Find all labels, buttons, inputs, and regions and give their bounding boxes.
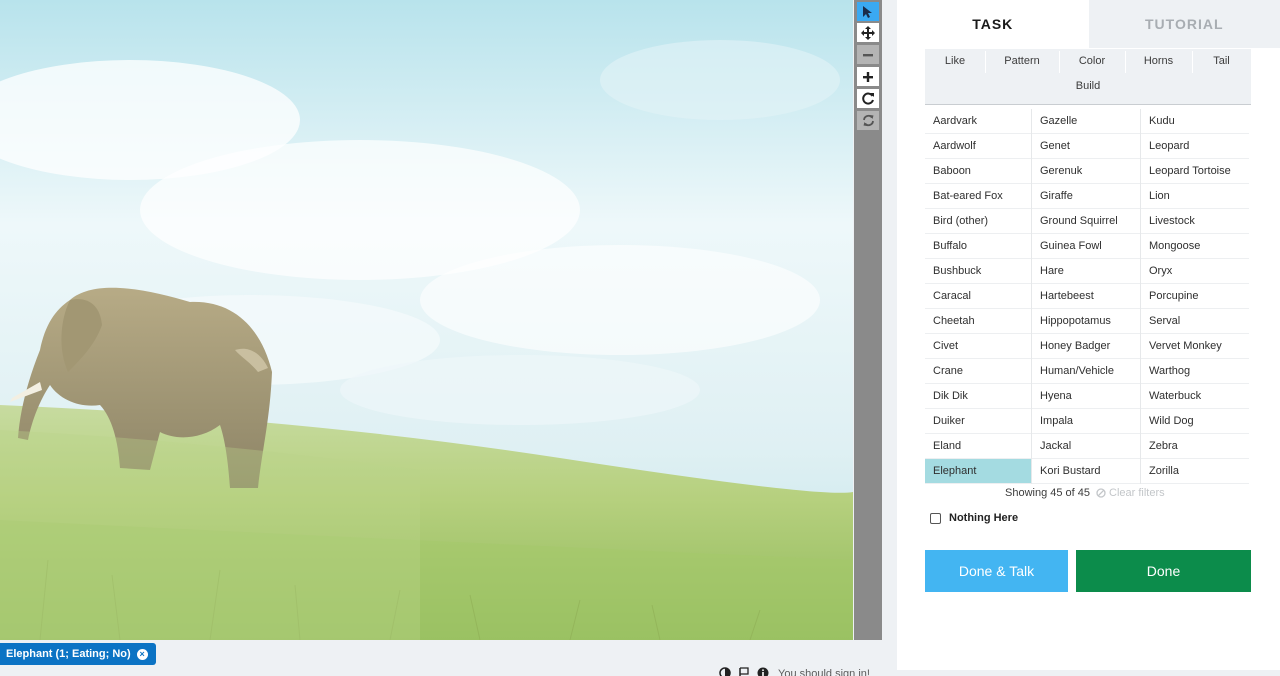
reset-tool-button[interactable] xyxy=(857,111,879,130)
annotation-tag[interactable]: Elephant (1; Eating; No) × xyxy=(0,643,156,665)
species-honey-badger[interactable]: Honey Badger xyxy=(1032,334,1140,359)
species-crane[interactable]: Crane xyxy=(925,359,1031,384)
species-waterbuck[interactable]: Waterbuck xyxy=(1141,384,1249,409)
species-guinea-fowl[interactable]: Guinea Fowl xyxy=(1032,234,1140,259)
species-dik-dik[interactable]: Dik Dik xyxy=(925,384,1031,409)
panel-bottom-edge xyxy=(897,670,1280,676)
species-jackal[interactable]: Jackal xyxy=(1032,434,1140,459)
nothing-here-checkbox[interactable] xyxy=(930,512,941,524)
species-buffalo[interactable]: Buffalo xyxy=(925,234,1031,259)
species-cheetah[interactable]: Cheetah xyxy=(925,309,1031,334)
species-aardwolf[interactable]: Aardwolf xyxy=(925,134,1031,159)
species-hartebeest[interactable]: Hartebeest xyxy=(1032,284,1140,309)
tab-tutorial[interactable]: TUTORIAL xyxy=(1088,0,1280,48)
species-duiker[interactable]: Duiker xyxy=(925,409,1031,434)
species-giraffe[interactable]: Giraffe xyxy=(1032,184,1140,209)
species-hippopotamus[interactable]: Hippopotamus xyxy=(1032,309,1140,334)
species-mongoose[interactable]: Mongoose xyxy=(1141,234,1249,259)
filter-like[interactable]: Like xyxy=(925,49,985,73)
species-count: Showing 45 of 45 Clear filters xyxy=(1005,487,1165,499)
species-warthog[interactable]: Warthog xyxy=(1141,359,1249,384)
info-icon[interactable] xyxy=(756,666,769,676)
showing-count-text: Showing 45 of 45 xyxy=(1005,487,1091,499)
species-baboon[interactable]: Baboon xyxy=(925,159,1031,184)
refresh-icon xyxy=(862,114,874,127)
nothing-here-label: Nothing Here xyxy=(949,512,1019,524)
pan-tool-button[interactable] xyxy=(857,23,879,42)
signin-note: You should sign in! xyxy=(778,668,870,676)
filter-horns[interactable]: Horns xyxy=(1125,49,1192,73)
species-ground-squirrel[interactable]: Ground Squirrel xyxy=(1032,209,1140,234)
species-column-divider xyxy=(1140,109,1141,484)
species-eland[interactable]: Eland xyxy=(925,434,1031,459)
rotate-icon xyxy=(861,92,874,105)
zoom-out-tool-button[interactable] xyxy=(857,45,879,64)
species-porcupine[interactable]: Porcupine xyxy=(1141,284,1249,309)
filter-tail[interactable]: Tail xyxy=(1192,49,1251,73)
annotation-tag-label: Elephant (1; Eating; No) xyxy=(6,648,131,660)
species-leopard[interactable]: Leopard xyxy=(1141,134,1249,159)
zoom-in-tool-button[interactable] xyxy=(857,67,879,86)
remove-annotation-icon[interactable]: × xyxy=(136,648,148,660)
nothing-here-option[interactable]: Nothing Here xyxy=(930,512,1018,524)
species-bushbuck[interactable]: Bushbuck xyxy=(925,259,1031,284)
species-hare[interactable]: Hare xyxy=(1032,259,1140,284)
species-lion[interactable]: Lion xyxy=(1141,184,1249,209)
species-gazelle[interactable]: Gazelle xyxy=(1032,109,1140,134)
ban-icon xyxy=(1096,488,1106,498)
cursor-arrow-icon xyxy=(863,5,872,18)
species-aardvark[interactable]: Aardvark xyxy=(925,109,1031,134)
clear-filters-label: Clear filters xyxy=(1109,487,1165,499)
species-column-divider xyxy=(1031,109,1032,484)
species-zebra[interactable]: Zebra xyxy=(1141,434,1249,459)
species-elephant[interactable]: Elephant xyxy=(925,459,1031,484)
flag-icon[interactable] xyxy=(737,666,750,676)
image-toolbar xyxy=(854,0,882,664)
panel-tabs: TASK TUTORIAL xyxy=(897,0,1280,48)
characteristic-filters: Like Pattern Color Horns Tail Build xyxy=(925,49,1251,105)
species-oryx[interactable]: Oryx xyxy=(1141,259,1249,284)
savanna-elephant-photo xyxy=(0,0,853,640)
species-bat-eared-fox[interactable]: Bat-eared Fox xyxy=(925,184,1031,209)
pointer-tool-button[interactable] xyxy=(857,2,879,21)
species-livestock[interactable]: Livestock xyxy=(1141,209,1249,234)
filter-pattern[interactable]: Pattern xyxy=(985,49,1059,73)
species-genet[interactable]: Genet xyxy=(1032,134,1140,159)
species-human-vehicle[interactable]: Human/Vehicle xyxy=(1032,359,1140,384)
species-kori-bustard[interactable]: Kori Bustard xyxy=(1032,459,1140,484)
minus-icon xyxy=(863,53,873,56)
clear-filters-link[interactable]: Clear filters xyxy=(1096,487,1165,499)
species-civet[interactable]: Civet xyxy=(925,334,1031,359)
done-and-talk-button[interactable]: Done & Talk xyxy=(925,550,1068,592)
plus-icon xyxy=(863,71,873,82)
species-caracal[interactable]: Caracal xyxy=(925,284,1031,309)
move-arrows-icon xyxy=(861,25,875,40)
species-zorilla[interactable]: Zorilla xyxy=(1141,459,1249,484)
subject-meta-icons xyxy=(718,666,769,676)
species-leopard-tortoise[interactable]: Leopard Tortoise xyxy=(1141,159,1249,184)
species-vervet-monkey[interactable]: Vervet Monkey xyxy=(1141,334,1249,359)
species-wild-dog[interactable]: Wild Dog xyxy=(1141,409,1249,434)
classifier-page: Elephant (1; Eating; No) × You should si… xyxy=(0,0,1280,676)
subject-image[interactable] xyxy=(0,0,853,640)
species-bird-other[interactable]: Bird (other) xyxy=(925,209,1031,234)
tab-task[interactable]: TASK xyxy=(897,0,1089,48)
rotate-tool-button[interactable] xyxy=(857,89,879,108)
species-hyena[interactable]: Hyena xyxy=(1032,384,1140,409)
filter-color[interactable]: Color xyxy=(1059,49,1125,73)
task-panel: TASK TUTORIAL Like Pattern Color Horns Tail B… xyxy=(897,0,1280,676)
species-serval[interactable]: Serval xyxy=(1141,309,1249,334)
filter-build[interactable]: Build xyxy=(925,74,1251,98)
species-gerenuk[interactable]: Gerenuk xyxy=(1032,159,1140,184)
invert-colors-icon[interactable] xyxy=(718,666,731,676)
done-button[interactable]: Done xyxy=(1076,550,1251,592)
species-kudu[interactable]: Kudu xyxy=(1141,109,1249,134)
species-impala[interactable]: Impala xyxy=(1032,409,1140,434)
